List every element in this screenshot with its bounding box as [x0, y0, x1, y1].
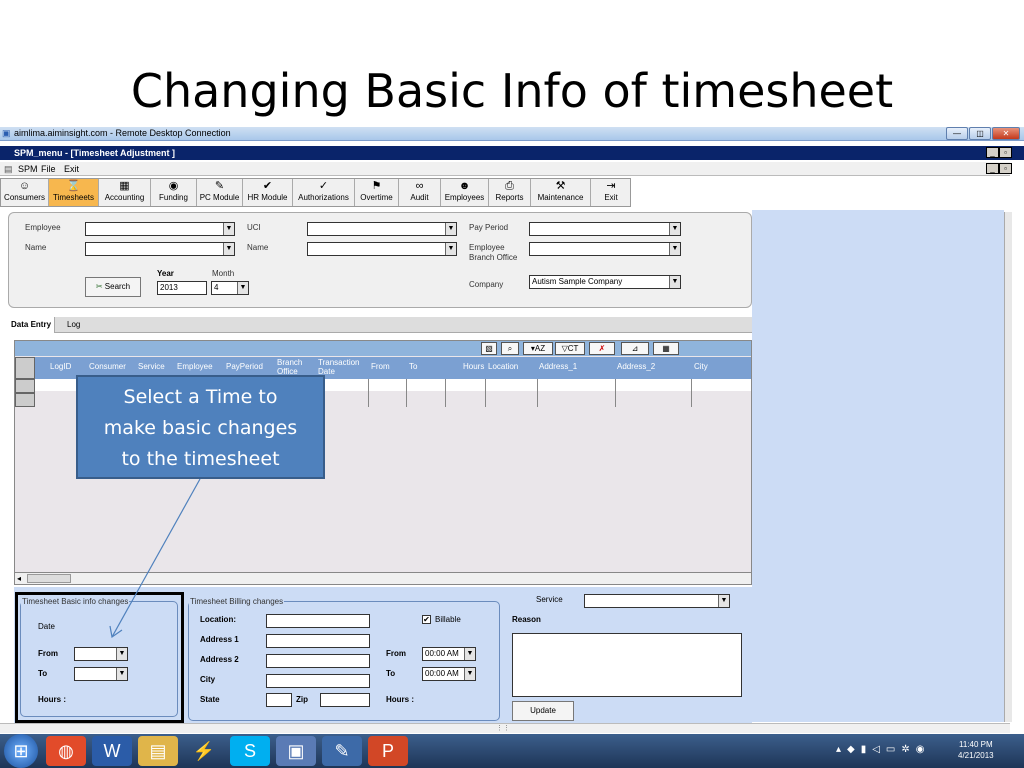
word-icon[interactable]: W [92, 736, 132, 766]
paint-icon[interactable]: ✎ [322, 736, 362, 766]
instruction-callout: Select a Time to make basic changes to t… [76, 375, 325, 479]
taskbar: ⊞ ◍ W ▤ ⚡ S ▣ ✎ P ▴◆▮◁▭✲◉ 11:40 PM 4/21/… [0, 734, 1024, 768]
chrome-icon[interactable]: ◍ [46, 736, 86, 766]
tray-icons[interactable]: ▴◆▮◁▭✲◉ [836, 744, 930, 755]
grip-icon: ⋮⋮ [496, 725, 510, 732]
start-button[interactable]: ⊞ [4, 734, 38, 768]
runner-icon[interactable]: ⚡ [184, 736, 224, 766]
skype-icon[interactable]: S [230, 736, 270, 766]
system-clock[interactable]: 11:40 PM 4/21/2013 [958, 739, 994, 761]
folder-icon[interactable]: ▤ [138, 736, 178, 766]
remote-desktop-icon[interactable]: ▣ [276, 736, 316, 766]
powerpoint-icon[interactable]: P [368, 736, 408, 766]
window-hscrollbar[interactable]: ⋮⋮ [0, 723, 1010, 733]
